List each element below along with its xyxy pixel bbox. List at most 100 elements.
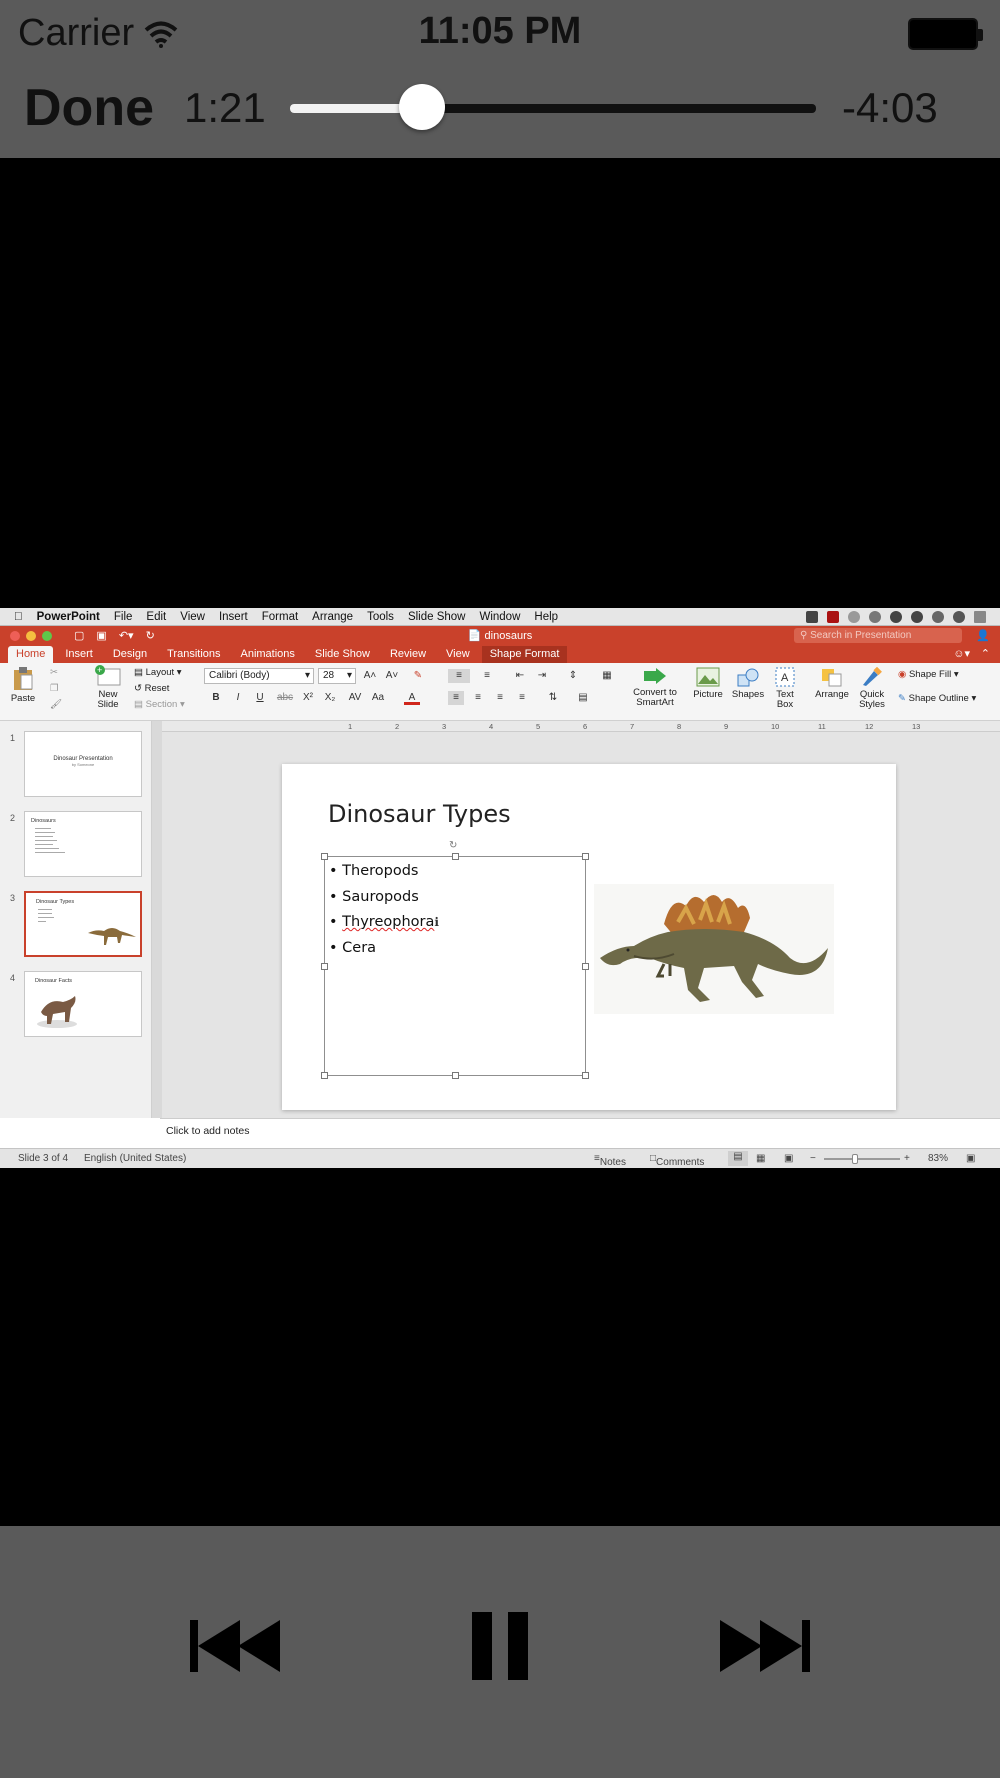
zoom-slider-thumb[interactable] xyxy=(852,1154,858,1164)
tab-animations[interactable]: Animations xyxy=(233,646,303,663)
tab-shape-format[interactable]: Shape Format xyxy=(481,646,568,663)
underline-button[interactable]: U xyxy=(252,691,268,705)
dropbox-icon[interactable] xyxy=(806,610,818,623)
bullet-item[interactable]: Cera xyxy=(329,936,439,962)
picture-button[interactable]: Picture xyxy=(690,667,726,700)
superscript-button[interactable]: X² xyxy=(300,691,316,705)
bluetooth-icon[interactable] xyxy=(869,610,881,623)
new-slide-button[interactable]: + New Slide xyxy=(90,665,126,710)
undo-icon[interactable]: ↶▾ xyxy=(119,629,134,642)
align-left-button[interactable]: ≡ xyxy=(448,691,464,705)
decrease-indent-button[interactable]: ⇤ xyxy=(512,669,528,683)
zoom-level[interactable]: 83% xyxy=(928,1153,948,1164)
strikethrough-button[interactable]: abc xyxy=(274,691,296,705)
font-size-select[interactable]: 28 ▾ xyxy=(318,668,356,684)
menu-view[interactable]: View xyxy=(180,611,205,623)
slide-thumbnail-1[interactable]: Dinosaur Presentation by Someone xyxy=(24,731,142,797)
section-button[interactable]: ▤ Section ▾ xyxy=(134,699,185,710)
change-case-button[interactable]: Aa xyxy=(370,691,386,705)
resize-handle[interactable] xyxy=(582,853,589,860)
bullet-item[interactable]: Theropods xyxy=(329,859,439,885)
slide-title[interactable]: Dinosaur Types xyxy=(328,800,511,828)
bullet-item[interactable]: Thyreophoraℹ xyxy=(329,910,439,936)
previous-track-button[interactable] xyxy=(180,1576,292,1716)
recording-icon[interactable] xyxy=(827,610,839,623)
menu-slideshow[interactable]: Slide Show xyxy=(408,611,466,623)
arrange-button[interactable]: Arrange xyxy=(810,667,854,700)
resize-handle[interactable] xyxy=(321,963,328,970)
feedback-icon[interactable]: ☺▾ xyxy=(953,647,970,660)
tab-review[interactable]: Review xyxy=(382,646,434,663)
columns-button[interactable]: ▦ xyxy=(596,669,618,683)
zoom-window-icon[interactable] xyxy=(42,630,52,641)
resize-handle[interactable] xyxy=(582,963,589,970)
share-icon[interactable]: 👤 xyxy=(976,629,990,642)
slide-thumbnail-3[interactable]: Dinosaur Types xyxy=(24,891,142,957)
tab-design[interactable]: Design xyxy=(105,646,155,663)
collapse-ribbon-icon[interactable]: ⌃ xyxy=(981,647,990,660)
sidebar-toggle-icon[interactable]: ▢ xyxy=(74,629,84,642)
font-color-button[interactable]: A xyxy=(404,691,420,705)
menu-format[interactable]: Format xyxy=(262,611,298,623)
convert-smartart-button[interactable]: Convert to SmartArt xyxy=(630,667,680,708)
shrink-font-button[interactable]: A˅ xyxy=(384,669,400,683)
apple-icon[interactable]:  xyxy=(14,611,23,623)
misspelled-word[interactable]: Thyreophora xyxy=(342,914,434,930)
align-center-button[interactable]: ≡ xyxy=(470,691,486,705)
shape-fill-button[interactable]: ◉ Shape Fill ▾ xyxy=(898,669,959,680)
current-slide[interactable]: Dinosaur Types ↻ Theropods Sauropods Thy… xyxy=(282,764,896,1110)
text-box-button[interactable]: A Text Box xyxy=(772,667,798,710)
resize-handle[interactable] xyxy=(321,853,328,860)
menu-tools[interactable]: Tools xyxy=(367,611,394,623)
close-window-icon[interactable] xyxy=(10,630,20,641)
zoom-in-icon[interactable]: + xyxy=(904,1153,910,1164)
bullet-item[interactable]: Sauropods xyxy=(329,885,439,911)
notes-field[interactable]: Click to add notes xyxy=(160,1118,1000,1142)
tab-transitions[interactable]: Transitions xyxy=(159,646,228,663)
tab-view[interactable]: View xyxy=(438,646,478,663)
pause-button[interactable] xyxy=(460,1576,540,1716)
scrubber-thumb[interactable] xyxy=(398,84,445,130)
minimize-window-icon[interactable] xyxy=(26,630,36,641)
cut-icon[interactable]: ✂ xyxy=(50,667,58,678)
subscript-button[interactable]: X₂ xyxy=(322,691,338,705)
slide-thumbnail-2[interactable]: Dinosaurs xyxy=(24,811,142,877)
resize-handle[interactable] xyxy=(582,1072,589,1079)
clear-format-button[interactable]: ✎ xyxy=(410,669,426,683)
slide-sorter-icon[interactable]: ▦ xyxy=(756,1153,765,1164)
italic-button[interactable]: I xyxy=(230,691,246,705)
resize-handle[interactable] xyxy=(452,1072,459,1079)
shapes-button[interactable]: Shapes xyxy=(730,667,766,700)
menu-app-name[interactable]: PowerPoint xyxy=(37,611,100,623)
char-spacing-button[interactable]: AV xyxy=(344,691,366,705)
grow-font-button[interactable]: A˄ xyxy=(362,669,378,683)
volume-icon[interactable] xyxy=(911,610,923,623)
bold-button[interactable]: B xyxy=(208,691,224,705)
quick-styles-button[interactable]: Quick Styles xyxy=(854,667,890,710)
language-indicator[interactable]: English (United States) xyxy=(84,1153,186,1164)
rotate-handle-icon[interactable]: ↻ xyxy=(449,840,457,851)
tab-home[interactable]: Home xyxy=(8,646,54,663)
save-icon[interactable]: ▣ xyxy=(96,629,106,642)
notes-toggle[interactable]: ≡ Notes xyxy=(594,1153,626,1168)
menu-window[interactable]: Window xyxy=(479,611,520,623)
time-machine-icon[interactable] xyxy=(848,610,860,623)
numbering-button[interactable]: ≡ xyxy=(476,669,498,683)
spotlight-icon[interactable] xyxy=(953,610,965,623)
align-text-button[interactable]: ▤ xyxy=(572,691,594,705)
menu-file[interactable]: File xyxy=(114,611,133,623)
menu-insert[interactable]: Insert xyxy=(219,611,248,623)
slide-thumbnail-4[interactable]: Dinosaur Facts xyxy=(24,971,142,1037)
done-button[interactable]: Done xyxy=(24,78,154,138)
reset-button[interactable]: ↺ Reset xyxy=(134,683,169,694)
scrubber-track[interactable] xyxy=(290,104,816,113)
layout-button[interactable]: ▤ Layout ▾ xyxy=(134,667,182,678)
zoom-slider[interactable] xyxy=(824,1158,900,1160)
bullets-button[interactable]: ≡ xyxy=(448,669,470,683)
search-input[interactable]: ⚲ Search in Presentation xyxy=(794,628,962,643)
resize-handle[interactable] xyxy=(321,1072,328,1079)
menu-arrange[interactable]: Arrange xyxy=(312,611,353,623)
notification-center-icon[interactable] xyxy=(974,610,986,623)
zoom-out-icon[interactable]: − xyxy=(810,1153,816,1164)
fit-to-window-icon[interactable]: ▣ xyxy=(966,1153,975,1164)
